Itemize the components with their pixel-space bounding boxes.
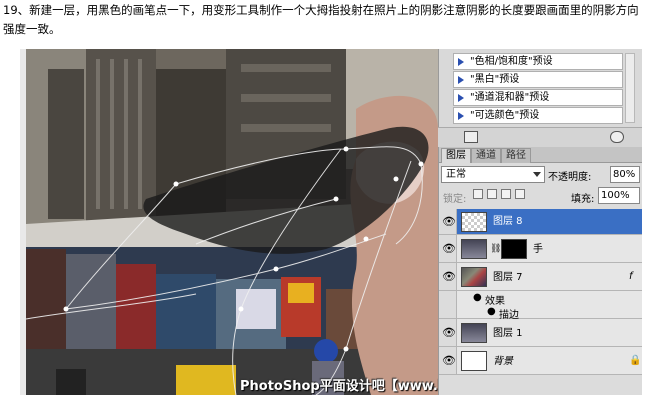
eye-icon[interactable]: 👁 — [442, 243, 456, 255]
adjustments-footer — [438, 127, 642, 147]
clip-layer-icon[interactable] — [464, 131, 478, 143]
lock-position-icon[interactable] — [501, 189, 511, 199]
layer-name: 图层 1 — [493, 328, 523, 339]
layer-thumbnail — [461, 212, 487, 232]
watermark-text: PhotoShop平面设计吧【www.linecg.com/tieba/1783… — [240, 379, 438, 394]
canvas-photo[interactable]: PhotoShop平面设计吧【www.linecg.com/tieba/1783… — [26, 49, 438, 395]
adjustment-preset-label: "黑白"预设 — [470, 74, 520, 85]
expand-triangle-icon — [458, 76, 464, 84]
eye-icon[interactable]: 👁 — [442, 355, 456, 367]
visibility-column — [439, 305, 457, 318]
fx-icon[interactable]: f — [629, 271, 633, 282]
layer-row-hand[interactable]: 👁 ⛓ 手 — [439, 235, 642, 263]
blend-mode-select[interactable]: 正常 — [441, 166, 545, 183]
layer-thumbnail — [461, 267, 487, 287]
adjustments-scrollbar[interactable] — [625, 53, 635, 123]
instruction-text: 19、新建一层，用黑色的画笔点一下，用变形工具制作一个大拇指投射在照片上的阴影注… — [3, 3, 639, 36]
layer-thumbnail — [461, 239, 487, 259]
tab-channels[interactable]: 通道 — [471, 148, 501, 163]
layer-name: 图层 8 — [493, 216, 523, 227]
layer-effects-row[interactable]: ● 效果 — [439, 291, 642, 307]
layer-name: 图层 7 — [493, 272, 523, 283]
visibility-column — [439, 291, 457, 305]
layer-row-layer1[interactable]: 👁 图层 1 — [439, 319, 642, 347]
expand-triangle-icon — [458, 112, 464, 120]
blend-mode-value: 正常 — [446, 169, 466, 180]
eye-icon[interactable]: ● — [473, 292, 482, 303]
eye-icon[interactable]: 👁 — [442, 216, 456, 228]
chevron-down-icon — [533, 172, 541, 177]
layer-name: 背景 — [493, 356, 513, 367]
eye-icon[interactable]: 👁 — [442, 327, 456, 339]
adjustment-preset-channel-mixer[interactable]: "通道混和器"预设 — [453, 89, 623, 106]
adjustment-preset-selective-color[interactable]: "可选颜色"预设 — [453, 107, 623, 124]
adjustment-preset-black-white[interactable]: "黑白"预设 — [453, 71, 623, 88]
layer-mask-thumbnail[interactable] — [501, 239, 527, 259]
layer-row-layer7[interactable]: 👁 图层 7 f — [439, 263, 642, 291]
expand-triangle-icon — [458, 94, 464, 102]
layer-effect-stroke-row[interactable]: ● 描边 — [439, 305, 642, 321]
layer-thumbnail — [461, 351, 487, 371]
lock-pixels-icon[interactable] — [487, 189, 497, 199]
layer-row-layer8[interactable]: 👁 图层 8 — [439, 209, 642, 235]
eye-icon[interactable]: 👁 — [442, 271, 456, 283]
adjustment-preset-hue-saturation[interactable]: "色相/饱和度"预设 — [453, 53, 623, 70]
lock-icon: 🔒 — [629, 355, 642, 366]
lock-all-icon[interactable] — [515, 189, 525, 199]
canvas-artwork — [26, 49, 438, 395]
lock-transparency-icon[interactable] — [473, 189, 483, 199]
adjustment-preset-label: "可选颜色"预设 — [470, 110, 540, 121]
layer-thumbnail — [461, 323, 487, 343]
adjustment-preset-label: "色相/饱和度"预设 — [470, 56, 553, 67]
lock-label: 锁定: — [443, 194, 467, 205]
chain-link-icon[interactable]: ⛓ — [490, 244, 501, 254]
opacity-input[interactable]: 80% — [610, 166, 640, 183]
eye-icon[interactable]: ● — [487, 306, 496, 317]
layer-row-background[interactable]: 👁 背景 🔒 — [439, 347, 642, 375]
expand-triangle-icon — [458, 58, 464, 66]
tab-layers[interactable]: 图层 — [441, 148, 471, 163]
layers-panel: 图层 通道 路径 正常 不透明度: 80% 锁定: 填充: 100% 👁 图层 … — [438, 147, 642, 395]
adjustment-preset-label: "通道混和器"预设 — [470, 92, 550, 103]
fill-input[interactable]: 100% — [598, 187, 640, 204]
view-toggle-icon[interactable] — [610, 131, 624, 143]
photoshop-screenshot: PhotoShop平面设计吧【www.linecg.com/tieba/1783… — [20, 49, 642, 395]
tab-paths[interactable]: 路径 — [501, 148, 531, 163]
opacity-label: 不透明度: — [548, 172, 592, 183]
layer-name: 手 — [533, 244, 543, 255]
panel-tabs: 图层 通道 路径 — [439, 147, 642, 163]
fill-label: 填充: — [571, 194, 595, 205]
